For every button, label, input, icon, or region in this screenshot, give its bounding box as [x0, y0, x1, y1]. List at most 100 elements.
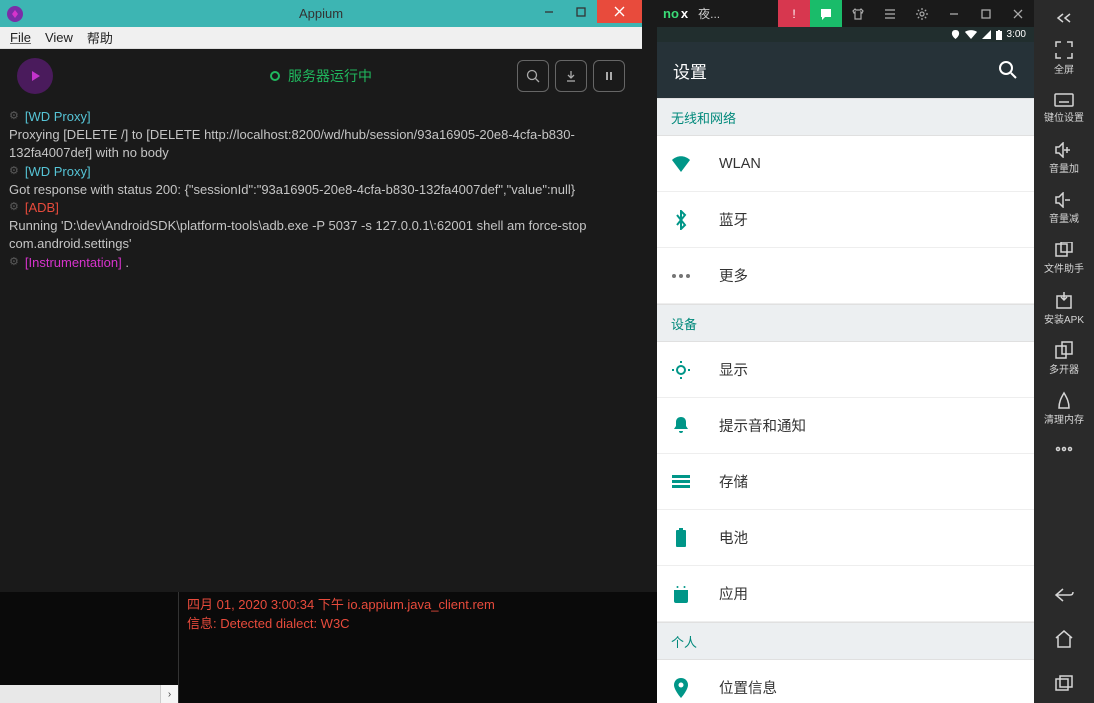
pause-log-button[interactable] — [593, 60, 625, 92]
nox-title: 夜... — [698, 5, 720, 22]
menu-file[interactable]: File — [10, 30, 31, 45]
item-notifications[interactable]: 提示音和通知 — [657, 398, 1034, 454]
item-bluetooth[interactable]: 蓝牙 — [657, 192, 1034, 248]
nox-minimize-button[interactable] — [938, 0, 970, 27]
item-battery[interactable]: 电池 — [657, 510, 1034, 566]
nox-emulator: nox 夜... ! 3:00 设置 无线和网 — [657, 0, 1094, 703]
appium-window-title: Appium — [299, 6, 343, 21]
nox-sidebar: 全屏 键位设置 音量加 音量减 文件助手 安装APK 多开器 清理内存 — [1034, 0, 1094, 703]
item-storage[interactable]: 存储 — [657, 454, 1034, 510]
app-title: 设置 — [673, 58, 707, 83]
item-apps[interactable]: 应用 — [657, 566, 1034, 622]
appium-menubar: File View 帮助 — [0, 27, 642, 49]
more-icon — [671, 266, 691, 286]
close-button[interactable] — [597, 0, 642, 23]
message-icon[interactable] — [810, 0, 842, 27]
toolbar-controls — [517, 60, 625, 92]
android-back[interactable] — [1039, 575, 1089, 615]
nox-screen: nox 夜... ! 3:00 设置 无线和网 — [657, 0, 1034, 703]
item-label: WLAN — [719, 156, 761, 172]
side-keymap[interactable]: 键位设置 — [1039, 84, 1089, 132]
console-sidebar: › — [0, 592, 179, 703]
section-device: 设备 — [657, 304, 1034, 342]
item-label: 位置信息 — [719, 677, 777, 698]
horizontal-scrollbar[interactable]: › — [0, 685, 178, 703]
side-collapse[interactable] — [1039, 4, 1089, 32]
appium-play-button[interactable] — [17, 58, 53, 94]
console-line: 信息: Detected dialect: W3C — [187, 615, 649, 634]
menu-view[interactable]: View — [45, 30, 73, 45]
item-label: 存储 — [719, 471, 748, 492]
location-icon — [671, 678, 691, 698]
log-text: . — [125, 254, 129, 272]
section-wireless: 无线和网络 — [657, 98, 1034, 136]
gear-icon: ⚙ — [9, 200, 19, 218]
bell-icon — [671, 416, 691, 436]
console-line: 四月 01, 2020 3:00:34 下午 io.appium.java_cl… — [187, 596, 649, 615]
log-tag: [WD Proxy] — [25, 108, 91, 126]
search-log-button[interactable] — [517, 60, 549, 92]
item-location[interactable]: 位置信息 — [657, 660, 1034, 703]
settings-icon[interactable] — [906, 0, 938, 27]
side-volume-up[interactable]: 音量加 — [1039, 134, 1089, 182]
console-output[interactable]: 四月 01, 2020 3:00:34 下午 io.appium.java_cl… — [179, 592, 657, 703]
item-label: 蓝牙 — [719, 209, 748, 230]
android-recent[interactable] — [1039, 663, 1089, 703]
log-tag: [ADB] — [25, 199, 59, 217]
side-install-apk[interactable]: 安装APK — [1039, 284, 1089, 332]
side-volume-down[interactable]: 音量减 — [1039, 184, 1089, 232]
menu-icon[interactable] — [874, 0, 906, 27]
nox-titlebar[interactable]: nox 夜... ! — [657, 0, 1034, 27]
log-text: Running 'D:\dev\AndroidSDK\platform-tool… — [9, 217, 633, 253]
nox-logo: nox — [663, 6, 688, 21]
appium-log[interactable]: ⚙[WD Proxy] Proxying [DELETE /] to [DELE… — [9, 108, 633, 583]
item-label: 提示音和通知 — [719, 415, 806, 436]
item-label: 显示 — [719, 359, 748, 380]
log-text: Got response with status 200: {"sessionI… — [9, 181, 575, 199]
display-icon — [671, 360, 691, 380]
statusbar-time: 3:00 — [1007, 29, 1026, 40]
gear-icon: ⚙ — [9, 164, 19, 182]
gear-icon: ⚙ — [9, 109, 19, 127]
side-fullscreen[interactable]: 全屏 — [1039, 34, 1089, 82]
battery-icon — [996, 30, 1002, 40]
item-wlan[interactable]: WLAN — [657, 136, 1034, 192]
item-display[interactable]: 显示 — [657, 342, 1034, 398]
section-personal: 个人 — [657, 622, 1034, 660]
server-status: 服务器运行中 — [270, 66, 372, 86]
wifi-icon — [965, 30, 977, 39]
android-statusbar: 3:00 — [657, 27, 1034, 42]
menu-help[interactable]: 帮助 — [87, 28, 113, 47]
scroll-right-button[interactable]: › — [160, 685, 178, 703]
item-more[interactable]: 更多 — [657, 248, 1034, 304]
log-tag: [WD Proxy] — [25, 163, 91, 181]
status-text: 服务器运行中 — [288, 66, 372, 86]
appium-window: Appium File View 帮助 服务器运行中 ⚙[ — [0, 0, 642, 592]
minimize-button[interactable] — [533, 0, 565, 23]
side-more[interactable] — [1039, 434, 1089, 464]
item-label: 更多 — [719, 265, 748, 286]
bluetooth-icon — [671, 210, 691, 230]
appium-toolbar: 服务器运行中 — [9, 58, 633, 94]
nox-maximize-button[interactable] — [970, 0, 1002, 27]
side-cleanmem[interactable]: 清理内存 — [1039, 384, 1089, 432]
ide-console: › 四月 01, 2020 3:00:34 下午 io.appium.java_… — [0, 592, 657, 703]
android-appbar: 设置 — [657, 42, 1034, 98]
appium-body: 服务器运行中 ⚙[WD Proxy] Proxying [DELETE /] t… — [0, 49, 642, 592]
search-icon[interactable] — [998, 60, 1018, 80]
appium-titlebar[interactable]: Appium — [0, 0, 642, 27]
alert-icon[interactable]: ! — [778, 0, 810, 27]
shirt-icon[interactable] — [842, 0, 874, 27]
download-log-button[interactable] — [555, 60, 587, 92]
nox-close-button[interactable] — [1002, 0, 1034, 27]
signal-icon — [982, 30, 991, 39]
status-dot-icon — [270, 71, 280, 81]
appium-logo-icon — [4, 3, 26, 25]
maximize-button[interactable] — [565, 0, 597, 23]
settings-list[interactable]: 无线和网络 WLAN 蓝牙 更多 设备 显示 提示音和通知 — [657, 98, 1034, 703]
side-multi[interactable]: 多开器 — [1039, 334, 1089, 382]
side-filehelper[interactable]: 文件助手 — [1039, 234, 1089, 282]
item-label: 应用 — [719, 583, 748, 604]
window-controls — [533, 0, 642, 23]
android-home[interactable] — [1039, 619, 1089, 659]
